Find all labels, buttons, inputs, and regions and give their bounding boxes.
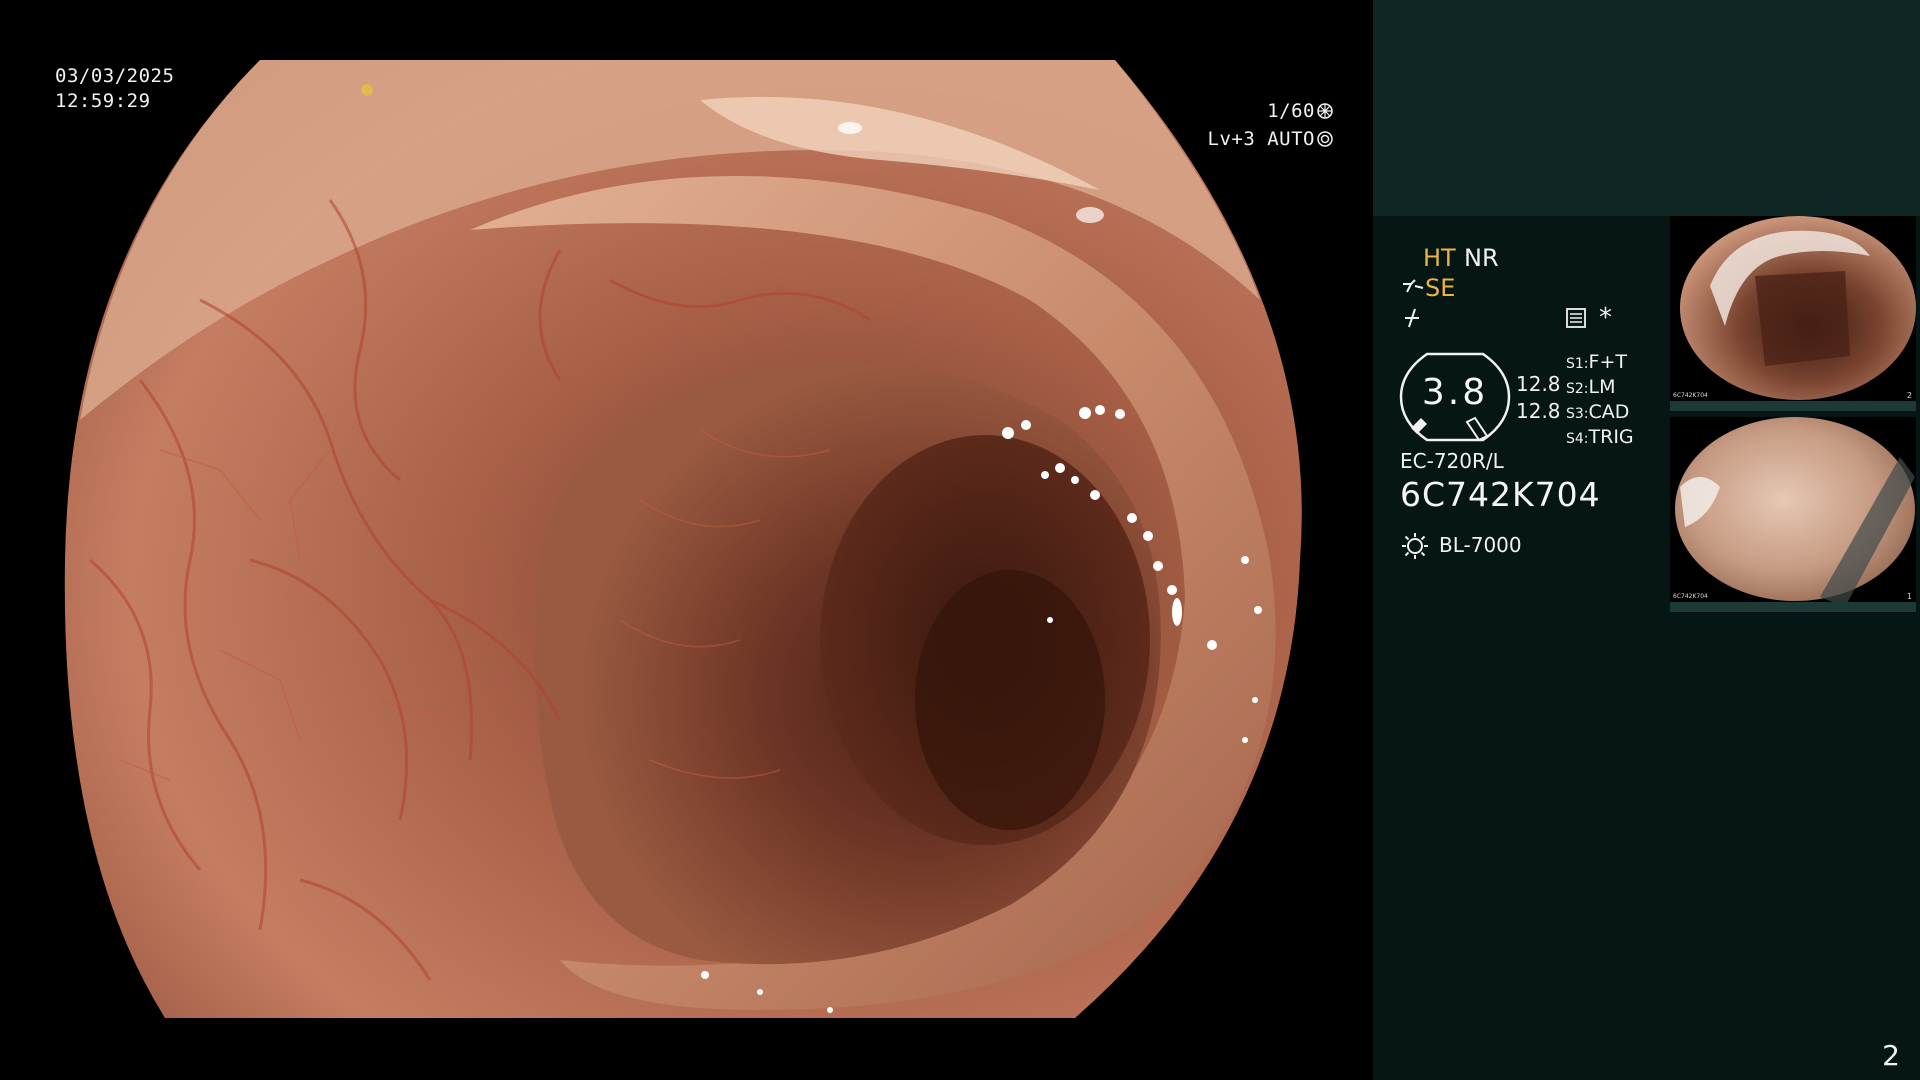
light-source-model: BL-7000 [1439, 533, 1522, 557]
brightness-level: Lv+3 AUTO [1208, 127, 1333, 152]
structure-enhance-icon [1403, 279, 1424, 293]
thumbnail-serial: 6C742K704 [1673, 392, 1708, 399]
colon-lumen-image [64, 60, 1302, 1018]
auto-iris-icon [1317, 131, 1333, 147]
shutter-speed: 1/60 [1267, 99, 1333, 124]
capture-thumbnail[interactable]: 6C742K704 2 [1670, 216, 1916, 411]
switch-key: S1: [1566, 356, 1589, 372]
scope-switch-list: S1:F+T S2:LM S3:CAD S4:TRIG [1566, 350, 1634, 450]
angle-value-down: 12.8 [1516, 399, 1561, 423]
switch-s1: S1:F+T [1566, 350, 1634, 375]
structure-enhance-flag: SE [1425, 274, 1456, 302]
memo-icon [1566, 308, 1586, 328]
thumbnail-number: 1 [1906, 592, 1912, 601]
shutter-icon [1317, 103, 1333, 119]
switch-s4: S4:TRIG [1566, 425, 1634, 450]
freeze-icon [1405, 308, 1419, 328]
scope-serial: 6C742K704 [1400, 475, 1601, 514]
thumbnail-status-bar [1670, 602, 1916, 612]
hyper-tone-flag: HT [1423, 244, 1456, 272]
switch-key: S3: [1566, 406, 1589, 422]
panel-header-area [1373, 0, 1920, 216]
switch-value: LM [1588, 376, 1616, 398]
capture-thumbnail[interactable]: 6C742K704 1 [1670, 417, 1916, 612]
switch-value: F+T [1588, 351, 1627, 373]
page-number: 2 [1882, 1039, 1900, 1072]
angle-value-up: 12.8 [1516, 372, 1561, 396]
endoscopy-viewport: 03/03/2025 12:59:29 1/60 Lv+3 AUTO [0, 0, 1373, 1080]
noise-reduction-flag: NR [1464, 244, 1499, 272]
shutter-value: 1/60 [1267, 100, 1315, 122]
thumbnail-status-bar [1670, 401, 1916, 411]
exam-date: 03/03/2025 [55, 65, 175, 87]
switch-key: S4: [1566, 431, 1589, 447]
exam-time: 12:59:29 [55, 90, 151, 112]
thumbnail-serial: 6C742K704 [1673, 593, 1708, 600]
thumbnail-number: 2 [1906, 391, 1912, 400]
scope-model: EC-720R/L [1400, 449, 1504, 473]
switch-key: S2: [1566, 381, 1589, 397]
gauge-value: 3.8 [1421, 372, 1489, 413]
switch-s2: S2:LM [1566, 375, 1634, 400]
level-value: Lv+3 AUTO [1207, 128, 1315, 150]
switch-value: CAD [1588, 401, 1630, 423]
capture-star: * [1599, 303, 1612, 333]
light-source-icon [1402, 533, 1428, 559]
switch-value: TRIG [1588, 426, 1634, 448]
info-panel: HT NR SE * 3.8 12.8 12.8 S1:F+T S2:LM S3… [1373, 0, 1920, 1080]
switch-s3: S3:CAD [1566, 400, 1634, 425]
thumbnail-image [1680, 216, 1916, 400]
thumbnail-image [1675, 417, 1915, 607]
